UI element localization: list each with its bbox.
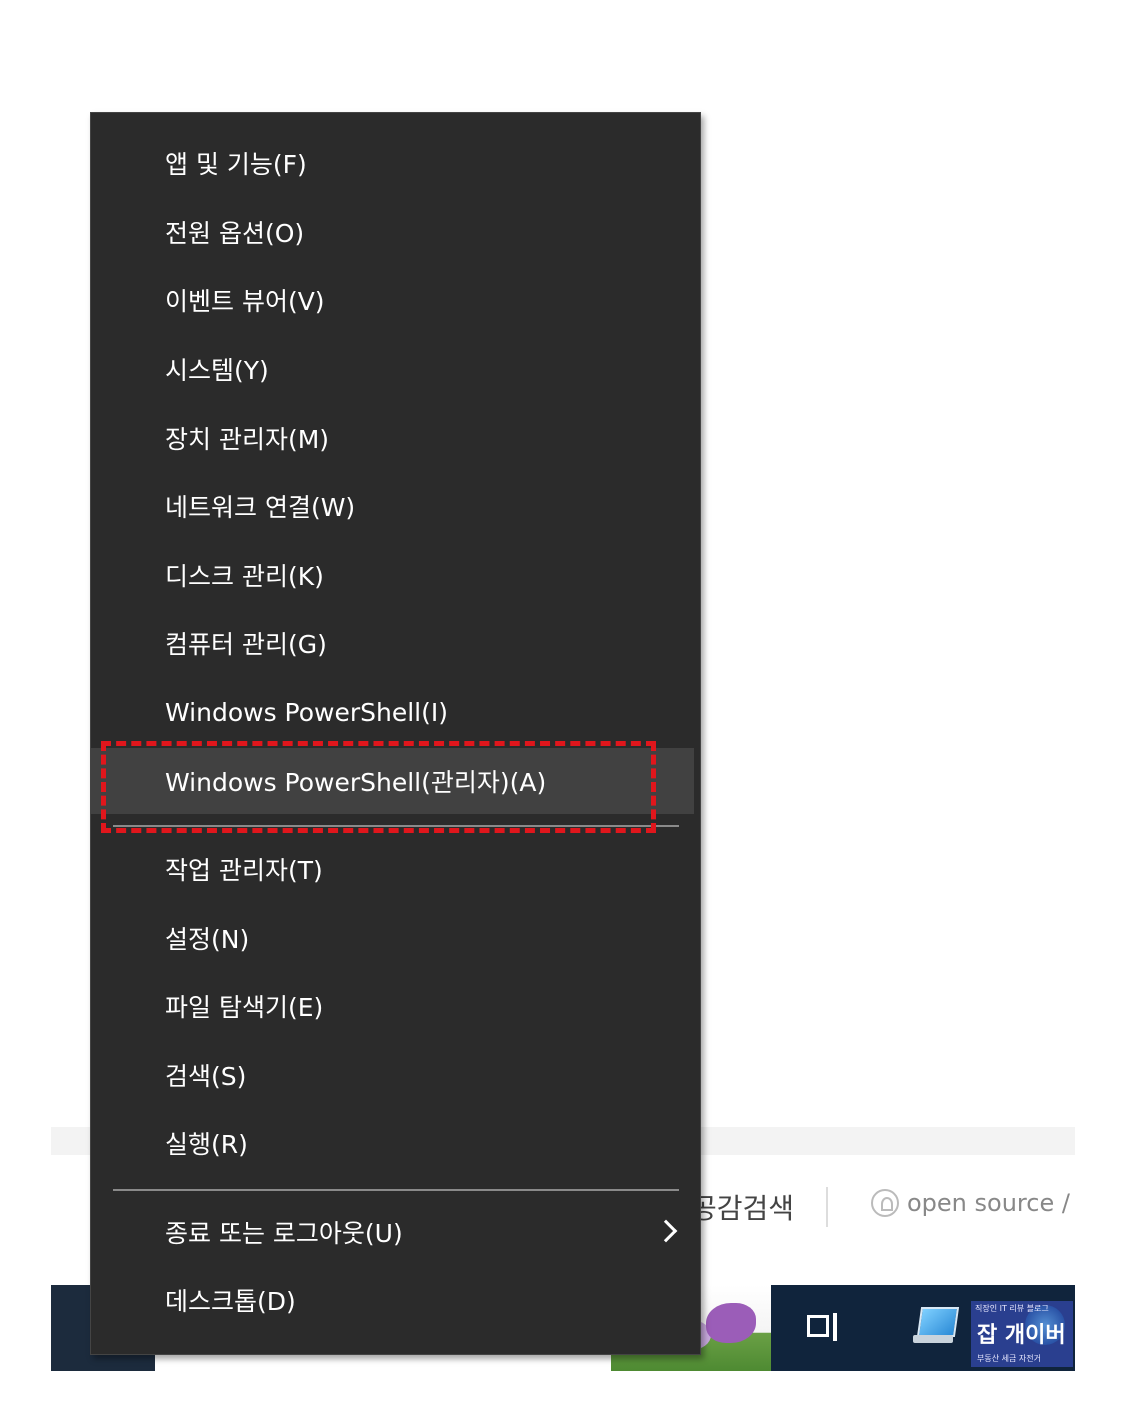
menu-item-event-viewer[interactable]: 이벤트 뷰어(V)	[91, 267, 694, 333]
menu-item-label: 설정(N)	[165, 925, 250, 954]
menu-item-label: 시스템(Y)	[165, 356, 269, 385]
menu-item-disk-management[interactable]: 디스크 관리(K)	[91, 542, 694, 608]
task-view-icon	[807, 1315, 829, 1337]
chevron-right-icon	[654, 1219, 678, 1243]
menu-item-settings[interactable]: 설정(N)	[91, 905, 694, 971]
monitor-icon-base	[913, 1335, 953, 1343]
open-source-label: open source /	[907, 1189, 1070, 1217]
this-pc-icon[interactable]	[909, 1305, 960, 1349]
menu-item-label: 컴퓨터 관리(G)	[165, 630, 327, 659]
menu-item-label: 종료 또는 로그아웃(U)	[165, 1219, 403, 1248]
menu-item-label: 장치 관리자(M)	[165, 425, 330, 454]
menu-item-label: 실행(R)	[165, 1130, 248, 1159]
menu-separator	[113, 825, 679, 827]
menu-item-run[interactable]: 실행(R)	[91, 1110, 694, 1176]
task-view-icon-bar	[833, 1313, 837, 1341]
menu-item-label: Windows PowerShell(관리자)(A)	[165, 768, 547, 797]
search-divider	[826, 1187, 828, 1227]
menu-item-powershell[interactable]: Windows PowerShell(I)	[91, 679, 694, 745]
menu-item-shutdown-signout[interactable]: 종료 또는 로그아웃(U)	[91, 1199, 694, 1265]
menu-item-label: Windows PowerShell(I)	[165, 697, 448, 727]
blog-badge-icon[interactable]: 직장인 IT 리뷰 블로그 잡 개이버 부동산 세금 자전거	[971, 1301, 1073, 1367]
menu-item-computer-management[interactable]: 컴퓨터 관리(G)	[91, 610, 694, 676]
menu-item-label: 전원 옵션(O)	[165, 219, 305, 248]
menu-separator	[113, 1189, 679, 1191]
badge-main-text: 잡 개이버	[977, 1323, 1066, 1348]
search-option-text[interactable]: 공감검색	[691, 1187, 794, 1227]
open-source-icon	[871, 1189, 899, 1217]
menu-item-search[interactable]: 검색(S)	[91, 1042, 694, 1108]
menu-item-label: 데스크톱(D)	[165, 1287, 296, 1316]
task-view-button[interactable]	[805, 1309, 843, 1347]
menu-item-device-manager[interactable]: 장치 관리자(M)	[91, 405, 694, 471]
winx-context-menu: 앱 및 기능(F) 전원 옵션(O) 이벤트 뷰어(V) 시스템(Y) 장치 관…	[90, 112, 701, 1355]
menu-item-label: 검색(S)	[165, 1062, 247, 1091]
menu-item-label: 네트워크 연결(W)	[165, 493, 356, 522]
menu-item-label: 작업 관리자(T)	[165, 856, 323, 885]
screen: 공감검색 open source / 직장인 IT 리뷰 블로그 잡 개이버 부…	[0, 0, 1126, 1422]
menu-item-desktop[interactable]: 데스크톱(D)	[91, 1267, 694, 1333]
open-source-link[interactable]: open source /	[871, 1189, 1070, 1217]
badge-top-text: 직장인 IT 리뷰 블로그	[975, 1304, 1049, 1313]
menu-item-label: 디스크 관리(K)	[165, 562, 324, 591]
menu-item-powershell-admin[interactable]: Windows PowerShell(관리자)(A)	[91, 748, 694, 814]
monitor-icon-screen	[916, 1307, 960, 1337]
menu-item-system[interactable]: 시스템(Y)	[91, 336, 694, 402]
menu-item-power-options[interactable]: 전원 옵션(O)	[91, 199, 694, 265]
menu-item-network-connections[interactable]: 네트워크 연결(W)	[91, 473, 694, 539]
menu-item-apps-features[interactable]: 앱 및 기능(F)	[91, 130, 694, 196]
illustration-character	[706, 1303, 756, 1343]
badge-bottom-text: 부동산 세금 자전거	[977, 1354, 1041, 1363]
menu-item-label: 파일 탐색기(E)	[165, 993, 324, 1022]
menu-item-label: 이벤트 뷰어(V)	[165, 287, 325, 316]
menu-item-task-manager[interactable]: 작업 관리자(T)	[91, 836, 694, 902]
menu-item-file-explorer[interactable]: 파일 탐색기(E)	[91, 973, 694, 1039]
menu-item-label: 앱 및 기능(F)	[165, 150, 307, 179]
